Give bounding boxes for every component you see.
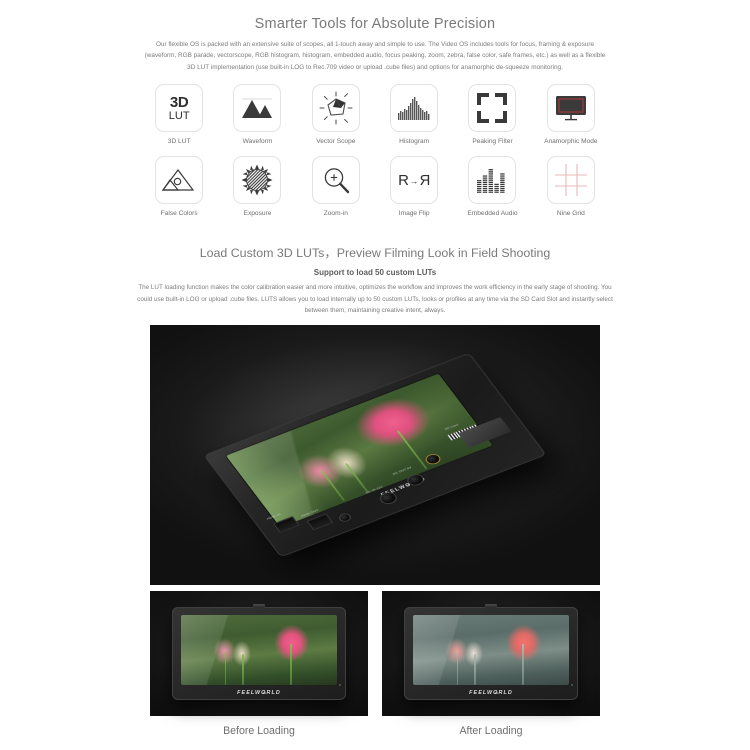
feature-3d-lut[interactable]: 3D LUT 3D LUT	[140, 84, 218, 145]
feature-label: Anamorphic Mode	[544, 138, 598, 146]
after-loading-caption: After Loading	[459, 725, 523, 738]
peaking-filter-icon	[468, 84, 517, 133]
monitor-device: FEELWORLD HDMI IN HDMI OUT DC IN 12V DC …	[203, 352, 547, 558]
vector-scope-icon	[311, 84, 360, 133]
tulip-image-before	[181, 614, 337, 686]
lut-section-title: Load Custom 3D LUTs，Preview Filming Look…	[199, 246, 551, 261]
feature-label: Embedded Audio	[467, 210, 518, 218]
arrow-right-icon: →	[409, 175, 419, 186]
monitor-screen-small	[413, 614, 569, 686]
feature-label: Image Flip	[398, 210, 430, 218]
feature-label: Histogram	[399, 138, 430, 146]
embedded-audio-icon	[468, 156, 517, 205]
indicator-led	[571, 684, 574, 686]
anamorphic-mode-icon	[546, 84, 595, 133]
page-title: Smarter Tools for Absolute Precision	[254, 16, 496, 32]
mount-knob	[252, 604, 265, 609]
waveform-icon	[233, 84, 282, 133]
tulip-stem	[320, 470, 345, 502]
tulip-image-after	[413, 614, 569, 686]
brand-logo-o: O	[261, 689, 267, 696]
feature-anamorphic-mode[interactable]: Anamorphic Mode	[532, 84, 610, 145]
feature-peaking-filter[interactable]: Peaking Filter	[453, 84, 531, 145]
histogram-icon	[390, 84, 439, 133]
feature-label: Zoom-in	[323, 210, 348, 218]
feature-label: Peaking Filter	[472, 138, 513, 146]
after-loading-item: FEELWORLD After Loading	[382, 591, 600, 737]
before-loading-caption: Before Loading	[223, 725, 295, 738]
feature-waveform[interactable]: Waveform	[218, 84, 296, 145]
lut-comparison: FEELWORLD Before Loading FEELWORLD After…	[150, 591, 600, 737]
feature-label: Nine Grid	[556, 210, 585, 218]
feature-label: False Colors	[160, 210, 198, 218]
feature-embedded-audio[interactable]: Embedded Audio	[453, 156, 531, 217]
lut-section-body: The LUT loading function makes the color…	[137, 284, 613, 315]
false-colors-icon	[155, 156, 204, 205]
nine-grid-icon	[546, 156, 595, 205]
lut-section-subtitle: Support to load 50 custom LUTs	[313, 268, 437, 278]
scopes-section: Smarter Tools for Absolute Precision Our…	[0, 0, 750, 217]
brand-logo-small: FEELWORLD	[237, 689, 281, 696]
feature-label: Exposure	[243, 210, 272, 218]
tulip-stem	[522, 644, 524, 686]
tulip-stem	[241, 653, 244, 686]
feature-icon-grid: 3D LUT 3D LUT Waveform Vector Scope Hist…	[140, 84, 610, 217]
tulip-stem	[344, 462, 369, 493]
feature-vector-scope[interactable]: Vector Scope	[297, 84, 375, 145]
image-flip-icon: R→R	[390, 156, 439, 205]
before-loading-item: FEELWORLD Before Loading	[150, 591, 368, 737]
3d-lut-icon-bottom: LUT	[168, 109, 190, 122]
mount-knob	[484, 604, 497, 609]
exposure-icon	[233, 156, 282, 205]
monitor-device-small: FEELWORLD	[403, 604, 579, 700]
brand-logo-o: O	[493, 689, 499, 696]
hero-product-photo: FEELWORLD HDMI IN HDMI OUT DC IN 12V DC …	[150, 325, 600, 586]
before-loading-photo: FEELWORLD	[150, 591, 368, 717]
monitor-device-small: FEELWORLD	[171, 604, 347, 700]
feature-histogram[interactable]: Histogram	[375, 84, 453, 145]
monitor-screen-small	[181, 614, 337, 686]
lut-section: Load Custom 3D LUTs，Preview Filming Look…	[0, 243, 750, 737]
after-loading-photo: FEELWORLD	[382, 591, 600, 717]
feature-label: Waveform	[242, 138, 273, 146]
feature-label: 3D LUT	[167, 138, 191, 146]
feature-label: Vector Scope	[316, 138, 356, 146]
feature-zoom-in[interactable]: Zoom-in	[297, 156, 375, 217]
3d-lut-icon: 3D LUT	[155, 84, 204, 133]
zoom-in-icon	[311, 156, 360, 205]
feature-exposure[interactable]: Exposure	[218, 156, 296, 217]
image-flip-glyph-mirrored: R	[418, 171, 431, 189]
product-detail-page: Smarter Tools for Absolute Precision Our…	[0, 0, 750, 750]
tulip-stem	[473, 653, 476, 686]
feature-image-flip[interactable]: R→R Image Flip	[375, 156, 453, 217]
brand-logo-small: FEELWORLD	[469, 689, 513, 696]
indicator-led	[339, 684, 342, 686]
intro-paragraph: Our flexible OS is packed with an extens…	[144, 41, 606, 71]
tulip-stem	[290, 644, 292, 686]
3d-lut-icon-top: 3D	[169, 93, 189, 111]
feature-nine-grid[interactable]: Nine Grid	[532, 156, 610, 217]
feature-false-colors[interactable]: False Colors	[140, 156, 218, 217]
image-flip-glyph-normal: R	[398, 171, 410, 189]
